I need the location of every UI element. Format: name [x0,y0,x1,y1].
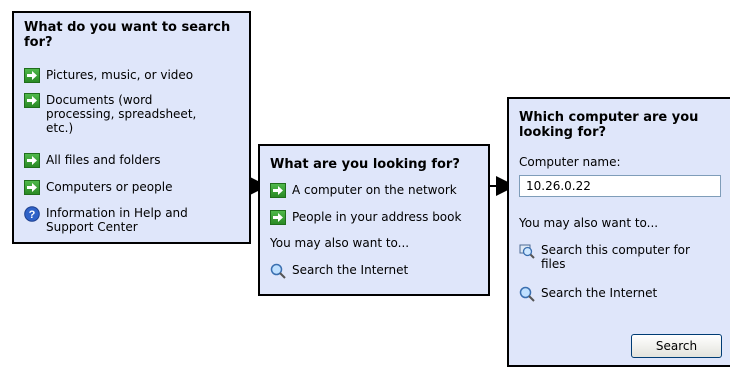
option-label: Pictures, music, or video [46,68,194,82]
option-label: Information in Help and Support Center [46,206,188,234]
option-label: Search the Internet [292,263,409,277]
panel-title: What are you looking for? [270,157,460,172]
option-label: Computers or people [46,180,173,194]
option-label: People in your address book [292,210,462,224]
option-all-files-folders[interactable]: All files and folders [24,153,161,168]
computer-name-input[interactable]: 10.26.0.22 [519,175,721,197]
option-label: Search the Internet [541,286,658,300]
search-computer-files-link[interactable]: Search this computer for files [519,243,701,271]
option-address-book[interactable]: People in your address book [270,210,461,225]
search-options-panel: What do you want to search for? Pictures… [12,11,251,244]
looking-for-panel: What are you looking for? A computer on … [258,144,490,296]
computer-name-label: Computer name: [519,155,621,169]
green-arrow-icon [24,180,40,195]
internet-search-icon [519,286,535,302]
option-help-support[interactable]: ? Information in Help and Support Center [24,206,206,234]
also-want-label: You may also want to... [270,236,410,250]
computer-search-icon [519,243,535,259]
search-button[interactable]: Search [631,334,722,358]
panel-title: Which computer are you looking for? [519,110,699,140]
option-label: A computer on the network [292,183,457,197]
help-icon: ? [24,206,40,222]
search-internet-link[interactable]: Search the Internet [519,286,657,302]
search-internet-link[interactable]: Search the Internet [270,263,408,279]
green-arrow-icon [270,183,286,198]
option-pictures-music-video[interactable]: Pictures, music, or video [24,68,193,83]
option-documents[interactable]: Documents (word processing, spreadsheet,… [24,93,206,135]
also-want-label: You may also want to... [519,216,659,230]
option-label: Search this computer for files [541,243,690,271]
green-arrow-icon [24,153,40,168]
green-arrow-icon [270,210,286,225]
green-arrow-icon [24,93,40,108]
option-label: All files and folders [46,153,161,167]
panel-title: What do you want to search for? [24,20,231,50]
internet-search-icon [270,263,286,279]
green-arrow-icon [24,68,40,83]
option-label: Documents (word processing, spreadsheet,… [46,93,197,135]
svg-text:?: ? [29,209,36,221]
which-computer-panel: Which computer are you looking for? Comp… [507,97,730,367]
option-computer-on-network[interactable]: A computer on the network [270,183,457,198]
option-computers-people[interactable]: Computers or people [24,180,173,195]
